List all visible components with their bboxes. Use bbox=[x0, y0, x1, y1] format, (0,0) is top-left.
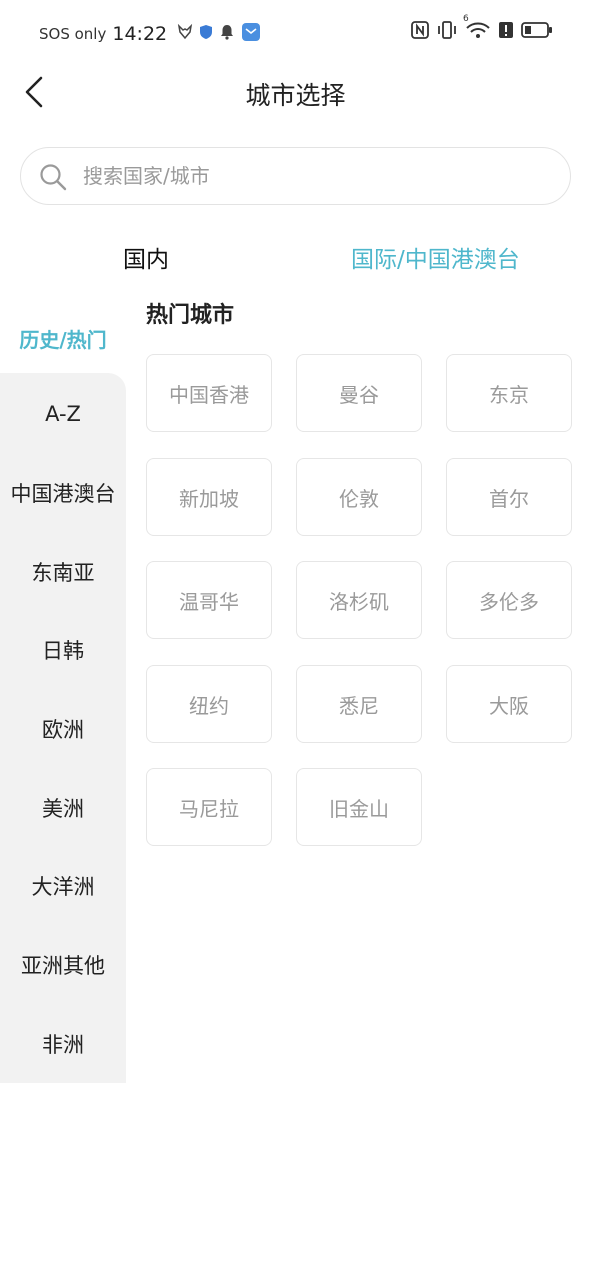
tab-international[interactable]: 国际/中国港澳台 bbox=[351, 240, 520, 274]
status-right: 6 bbox=[411, 14, 553, 44]
city-button[interactable]: 马尼拉 bbox=[146, 768, 272, 846]
city-button[interactable]: 纽约 bbox=[146, 665, 272, 743]
sidebar-item-hk-macao-taiwan[interactable]: 中国港澳台 bbox=[0, 468, 126, 518]
city-button[interactable]: 伦敦 bbox=[296, 458, 422, 536]
shield-icon bbox=[199, 24, 213, 44]
vibrate-icon bbox=[436, 20, 458, 44]
sidebar-item-europe[interactable]: 欧洲 bbox=[0, 704, 126, 754]
sidebar-item-history-hot[interactable]: 历史/热门 bbox=[0, 308, 126, 368]
search-icon bbox=[38, 162, 68, 192]
clock: 14:22 bbox=[112, 23, 168, 45]
city-button[interactable]: 东京 bbox=[446, 354, 572, 432]
city-button[interactable]: 新加坡 bbox=[146, 458, 272, 536]
sidebar-item-japan-korea[interactable]: 日韩 bbox=[0, 625, 126, 675]
city-button[interactable]: 悉尼 bbox=[296, 665, 422, 743]
battery-icon bbox=[521, 20, 553, 44]
wifi-icon: 6 bbox=[463, 14, 491, 44]
tab-domestic[interactable]: 国内 bbox=[123, 240, 169, 274]
screen: SOS only 14:22 6 城市选择 搜索国家/城市 国内 国际/中国港澳… bbox=[0, 0, 591, 1280]
header: 城市选择 bbox=[0, 66, 591, 122]
sidebar: A-Z 中国港澳台 东南亚 日韩 欧洲 美洲 大洋洲 亚洲其他 非洲 bbox=[0, 373, 126, 1083]
sidebar-item-americas[interactable]: 美洲 bbox=[0, 783, 126, 833]
city-button[interactable]: 中国香港 bbox=[146, 354, 272, 432]
search-bar[interactable] bbox=[20, 147, 571, 205]
city-button[interactable]: 首尔 bbox=[446, 458, 572, 536]
wifi-badge: 6 bbox=[463, 14, 469, 24]
city-button[interactable]: 旧金山 bbox=[296, 768, 422, 846]
city-button[interactable]: 洛杉矶 bbox=[296, 561, 422, 639]
fox-icon bbox=[177, 23, 193, 44]
carrier-label: SOS only bbox=[39, 25, 107, 43]
app-mail-icon bbox=[241, 22, 261, 46]
search-input[interactable] bbox=[83, 156, 553, 196]
page-title: 城市选择 bbox=[245, 81, 346, 110]
sidebar-item-other-asia[interactable]: 亚洲其他 bbox=[0, 940, 126, 990]
bell-icon bbox=[219, 24, 235, 44]
sidebar-item-oceania[interactable]: 大洋洲 bbox=[0, 861, 126, 911]
city-button[interactable]: 曼谷 bbox=[296, 354, 422, 432]
nfc-icon bbox=[411, 20, 429, 44]
status-bar: SOS only 14:22 6 bbox=[0, 0, 591, 66]
city-button[interactable]: 多伦多 bbox=[446, 561, 572, 639]
section-title-hot-cities: 热门城市 bbox=[146, 303, 235, 328]
alert-icon bbox=[498, 20, 514, 44]
city-button[interactable]: 温哥华 bbox=[146, 561, 272, 639]
sidebar-item-africa[interactable]: 非洲 bbox=[0, 1019, 126, 1069]
city-button[interactable]: 大阪 bbox=[446, 665, 572, 743]
sidebar-item-southeast-asia[interactable]: 东南亚 bbox=[0, 547, 126, 597]
status-left: SOS only 14:22 bbox=[39, 22, 261, 46]
sidebar-item-a-z[interactable]: A-Z bbox=[0, 389, 126, 439]
